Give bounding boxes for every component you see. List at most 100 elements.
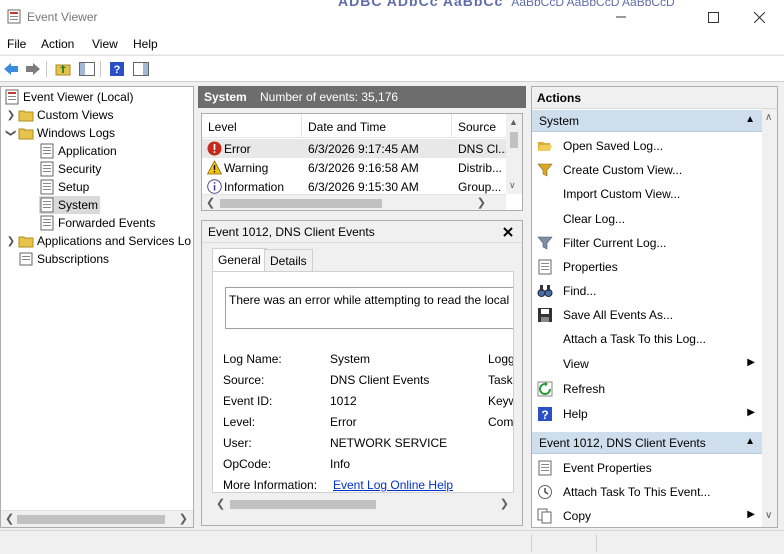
action-create-custom-view[interactable]: Create Custom View...	[532, 158, 763, 182]
actions-header: Actions	[532, 87, 777, 109]
field-label: OpCode:	[223, 457, 272, 471]
action-attach-task-to-log[interactable]: Attach a Task To this Log...	[532, 327, 763, 351]
action-find[interactable]: Find...	[532, 279, 763, 303]
tab-general[interactable]: General	[212, 248, 267, 272]
collapse-chevron-icon[interactable]: ❯	[4, 126, 18, 140]
expand-chevron-icon[interactable]: ❯	[4, 108, 18, 122]
field-label: Event ID:	[223, 394, 273, 408]
tree-label: Setup	[58, 180, 90, 194]
information-icon	[207, 179, 222, 194]
properties-icon	[538, 460, 552, 476]
actions-section-event[interactable]: Event 1012, DNS Client Events ▲	[532, 432, 763, 454]
column-header-level[interactable]: Level	[202, 114, 302, 138]
events-vertical-scrollbar[interactable]: ▲ ∨	[506, 114, 522, 194]
action-label: Create Custom View...	[563, 163, 683, 177]
menu-help[interactable]: Help	[133, 37, 158, 51]
scroll-up-icon[interactable]: ▲	[509, 117, 518, 127]
show-hide-tree-button[interactable]	[78, 60, 96, 78]
action-open-saved-log[interactable]: Open Saved Log...	[532, 134, 763, 158]
tree-item-root[interactable]: Event Viewer (Local)	[4, 88, 134, 106]
menu-view[interactable]: View	[92, 37, 118, 51]
tree-item-system[interactable]: System	[39, 196, 101, 214]
task-icon	[538, 485, 552, 499]
tree-item-custom-views[interactable]: ❯ Custom Views	[4, 106, 114, 124]
scroll-thumb[interactable]	[510, 132, 518, 148]
action-event-properties[interactable]: Event Properties	[532, 456, 763, 480]
collapse-caret-icon[interactable]: ▲	[745, 436, 755, 447]
tree-item-security[interactable]: Security	[39, 160, 101, 178]
tree-item-setup[interactable]: Setup	[39, 178, 89, 196]
scroll-right-icon[interactable]: ❯	[179, 512, 188, 525]
forward-button[interactable]	[24, 60, 42, 78]
detail-horizontal-scrollbar[interactable]: ❮ ❯	[212, 496, 514, 513]
event-source: Group...	[458, 180, 502, 194]
menu-file[interactable]: File	[7, 37, 26, 51]
action-copy[interactable]: Copy ▶	[532, 504, 763, 527]
tree-item-windows-logs[interactable]: ❯ Windows Logs	[4, 124, 116, 142]
close-detail-button[interactable]	[503, 223, 513, 240]
tree-horizontal-scrollbar[interactable]: ❮ ❯	[1, 510, 193, 527]
tree-item-apps-services[interactable]: ❯ Applications and Services Lo	[4, 232, 191, 250]
up-folder-button[interactable]	[54, 60, 72, 78]
scroll-right-icon[interactable]: ❯	[500, 497, 509, 510]
folder-icon	[18, 128, 34, 140]
action-attach-task-to-event[interactable]: Attach Task To This Event...	[532, 480, 763, 504]
action-label: Save All Events As...	[563, 308, 674, 322]
back-arrow-icon	[4, 63, 18, 75]
tree-item-subscriptions[interactable]: Subscriptions	[18, 250, 109, 268]
scroll-up-icon[interactable]: ∧	[765, 112, 772, 123]
scroll-left-icon[interactable]: ❮	[5, 512, 14, 525]
actions-vertical-scrollbar[interactable]: ∧ ∨	[762, 109, 777, 527]
event-log-online-help-link[interactable]: Event Log Online Help	[333, 478, 453, 492]
tree-label: Application	[58, 144, 117, 158]
folder-up-icon	[55, 64, 71, 76]
console-tree-icon	[79, 62, 95, 76]
minimize-button[interactable]	[598, 0, 644, 34]
log-icon	[40, 161, 54, 177]
scroll-thumb[interactable]	[230, 500, 376, 509]
action-clear-log[interactable]: Clear Log...	[532, 207, 763, 231]
field-label: Task	[488, 373, 513, 387]
scroll-thumb[interactable]	[17, 515, 165, 524]
action-label: Copy	[563, 509, 592, 523]
close-button[interactable]	[736, 0, 782, 34]
action-help[interactable]: ? Help ▶	[532, 402, 763, 426]
scroll-down-icon[interactable]: ∨	[765, 510, 772, 521]
action-save-all-events[interactable]: Save All Events As...	[532, 303, 763, 327]
action-label: Filter Current Log...	[563, 236, 667, 250]
help-button[interactable]: ?	[108, 60, 126, 78]
events-horizontal-scrollbar[interactable]: ❮ ❯	[202, 194, 506, 210]
scroll-down-icon[interactable]: ∨	[509, 180, 516, 191]
action-properties[interactable]: Properties	[532, 255, 763, 279]
column-header-source[interactable]: Source	[452, 114, 508, 138]
action-view[interactable]: View ▶	[532, 352, 763, 376]
submenu-arrow-icon: ▶	[747, 407, 755, 418]
action-refresh[interactable]: Refresh	[532, 377, 763, 401]
tab-details[interactable]: Details	[264, 249, 313, 271]
collapse-caret-icon[interactable]: ▲	[745, 114, 755, 125]
event-detail-header: Event 1012, DNS Client Events	[202, 221, 522, 243]
event-description[interactable]: There was an error while attempting to r…	[225, 287, 513, 329]
back-button[interactable]	[2, 60, 20, 78]
scroll-left-icon[interactable]: ❮	[206, 196, 215, 209]
scroll-right-icon[interactable]: ❯	[477, 196, 486, 209]
action-label: Properties	[563, 260, 618, 274]
warning-icon	[207, 160, 222, 175]
actions-section-system[interactable]: System ▲	[532, 110, 763, 132]
column-header-date[interactable]: Date and Time	[302, 114, 452, 138]
expand-chevron-icon[interactable]: ❯	[4, 234, 18, 248]
menu-action[interactable]: Action	[41, 37, 74, 51]
tree-item-forwarded-events[interactable]: Forwarded Events	[39, 214, 155, 232]
toolbar-separator	[100, 61, 101, 77]
action-filter-current-log[interactable]: Filter Current Log...	[532, 231, 763, 255]
event-datetime: 6/3/2026 9:16:58 AM	[308, 161, 419, 175]
status-divider	[596, 534, 597, 552]
maximize-button[interactable]	[690, 0, 736, 34]
action-import-custom-view[interactable]: Import Custom View...	[532, 182, 763, 206]
scroll-left-icon[interactable]: ❮	[216, 497, 225, 510]
event-row[interactable]: Error 6/3/2026 9:17:45 AM DNS Cl...	[202, 139, 508, 158]
show-action-pane-button[interactable]	[132, 60, 150, 78]
tree-item-application[interactable]: Application	[39, 142, 117, 160]
event-row[interactable]: Warning 6/3/2026 9:16:58 AM Distrib...	[202, 158, 507, 177]
scroll-thumb[interactable]	[220, 199, 382, 208]
